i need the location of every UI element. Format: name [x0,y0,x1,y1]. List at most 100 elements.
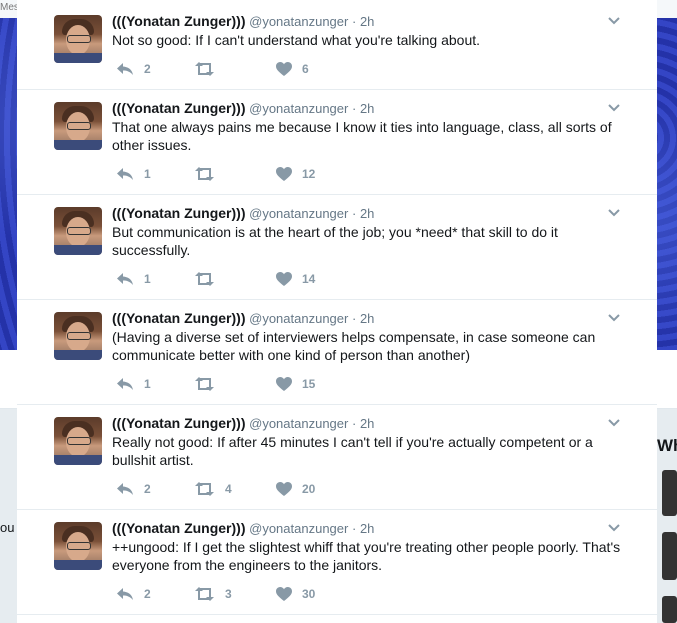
reply-icon [117,378,133,390]
author-name[interactable]: (((Yonatan Zunger))) [112,205,246,221]
like-count: 6 [302,62,309,76]
separator-dot: · [351,101,357,116]
reply-button[interactable]: 1 [116,270,151,288]
heart-icon [276,587,292,601]
heart-icon [276,482,292,496]
author-name[interactable]: (((Yonatan Zunger))) [112,310,246,326]
retweet-count: 4 [225,482,232,496]
reply-icon [117,483,133,495]
reply-button[interactable]: 2 [116,480,151,498]
author-name[interactable]: (((Yonatan Zunger))) [112,100,246,116]
tweet-header: (((Yonatan Zunger))) @yonatanzunger · 2h [112,415,374,431]
retweet-icon [195,482,214,496]
tweet-text: That one always pains me because I know … [112,119,612,153]
separator-dot: · [351,311,357,326]
like-button[interactable]: 6 [276,60,309,78]
author-handle[interactable]: @yonatanzunger [249,521,348,536]
chevron-down-icon[interactable] [608,524,620,532]
like-button[interactable]: 14 [276,270,315,288]
retweet-button[interactable]: 3 [194,585,232,603]
tweet-thread-modal: (((Yonatan Zunger))) @yonatanzunger · 2h… [17,0,657,623]
author-handle[interactable]: @yonatanzunger [249,416,348,431]
author-handle[interactable]: @yonatanzunger [249,14,348,29]
tweet-timestamp[interactable]: 2h [360,416,374,431]
heart-icon [276,377,292,391]
reply-button[interactable]: 2 [116,60,151,78]
chevron-down-icon[interactable] [608,314,620,322]
heart-icon [276,62,292,76]
like-count: 30 [302,587,316,601]
like-button[interactable]: 20 [276,480,315,498]
background-right-heading: Wh [657,436,677,455]
retweet-button[interactable]: 4 [194,480,232,498]
like-count: 15 [302,377,316,391]
chevron-down-icon[interactable] [608,104,620,112]
reply-button[interactable]: 1 [116,375,151,393]
retweet-icon [195,167,214,181]
like-count: 14 [302,272,316,286]
like-count: 12 [302,167,316,181]
retweet-icon [195,62,214,76]
reply-icon [117,168,133,180]
reply-count: 2 [144,482,151,496]
separator-dot: · [351,416,357,431]
avatar[interactable] [54,312,102,360]
retweet-button[interactable] [194,375,225,393]
tweet-text: But communication is at the heart of the… [112,224,558,258]
avatar[interactable] [54,102,102,150]
reply-count: 1 [144,272,151,286]
retweet-button[interactable] [194,60,225,78]
reply-button[interactable]: 2 [116,585,151,603]
tweet[interactable]: (((Yonatan Zunger))) @yonatanzunger · 2h… [17,510,657,615]
retweet-button[interactable] [194,270,225,288]
separator-dot: · [351,206,357,221]
tweet-header: (((Yonatan Zunger))) @yonatanzunger · 2h [112,13,374,29]
author-name[interactable]: (((Yonatan Zunger))) [112,13,246,29]
background-thumbnail [662,532,677,580]
avatar[interactable] [54,15,102,63]
reply-count: 2 [144,587,151,601]
tweet[interactable]: (((Yonatan Zunger))) @yonatanzunger · 2h… [17,0,657,90]
author-name[interactable]: (((Yonatan Zunger))) [112,520,246,536]
author-handle[interactable]: @yonatanzunger [249,101,348,116]
chevron-down-icon[interactable] [608,419,620,427]
reply-icon [117,273,133,285]
tweet-timestamp[interactable]: 2h [360,14,374,29]
avatar[interactable] [54,417,102,465]
tweet-header: (((Yonatan Zunger))) @yonatanzunger · 2h [112,310,374,326]
like-button[interactable]: 30 [276,585,315,603]
author-handle[interactable]: @yonatanzunger [249,311,348,326]
tweet-text: (Having a diverse set of interviewers he… [112,329,596,363]
tweet[interactable]: (((Yonatan Zunger))) @yonatanzunger · 2h… [17,90,657,195]
heart-icon [276,167,292,181]
tweet-text: ++ungood: If I get the slightest whiff t… [112,539,621,573]
chevron-down-icon[interactable] [608,209,620,217]
retweet-icon [195,377,214,391]
chevron-down-icon[interactable] [608,17,620,25]
reply-count: 1 [144,167,151,181]
tweet[interactable]: (((Yonatan Zunger))) @yonatanzunger · 2h… [17,405,657,510]
author-name[interactable]: (((Yonatan Zunger))) [112,415,246,431]
avatar[interactable] [54,207,102,255]
tweet[interactable]: (((Yonatan Zunger))) @yonatanzunger · 2h… [17,300,657,405]
tweet-timestamp[interactable]: 2h [360,311,374,326]
retweet-button[interactable] [194,165,225,183]
heart-icon [276,272,292,286]
reply-button[interactable]: 1 [116,165,151,183]
like-count: 20 [302,482,316,496]
separator-dot: · [351,14,357,29]
tweet-timestamp[interactable]: 2h [360,101,374,116]
tweet-header: (((Yonatan Zunger))) @yonatanzunger · 2h [112,100,374,116]
retweet-count: 3 [225,587,232,601]
tweet-timestamp[interactable]: 2h [360,206,374,221]
author-handle[interactable]: @yonatanzunger [249,206,348,221]
like-button[interactable]: 15 [276,375,315,393]
avatar[interactable] [54,522,102,570]
like-button[interactable]: 12 [276,165,315,183]
reply-count: 1 [144,377,151,391]
tweet[interactable]: (((Yonatan Zunger))) @yonatanzunger · 2h… [17,195,657,300]
tweet-timestamp[interactable]: 2h [360,521,374,536]
separator-dot: · [351,521,357,536]
tweet-text: Really not good: If after 45 minutes I c… [112,434,593,468]
tweet-text: Not so good: If I can't understand what … [112,32,481,48]
